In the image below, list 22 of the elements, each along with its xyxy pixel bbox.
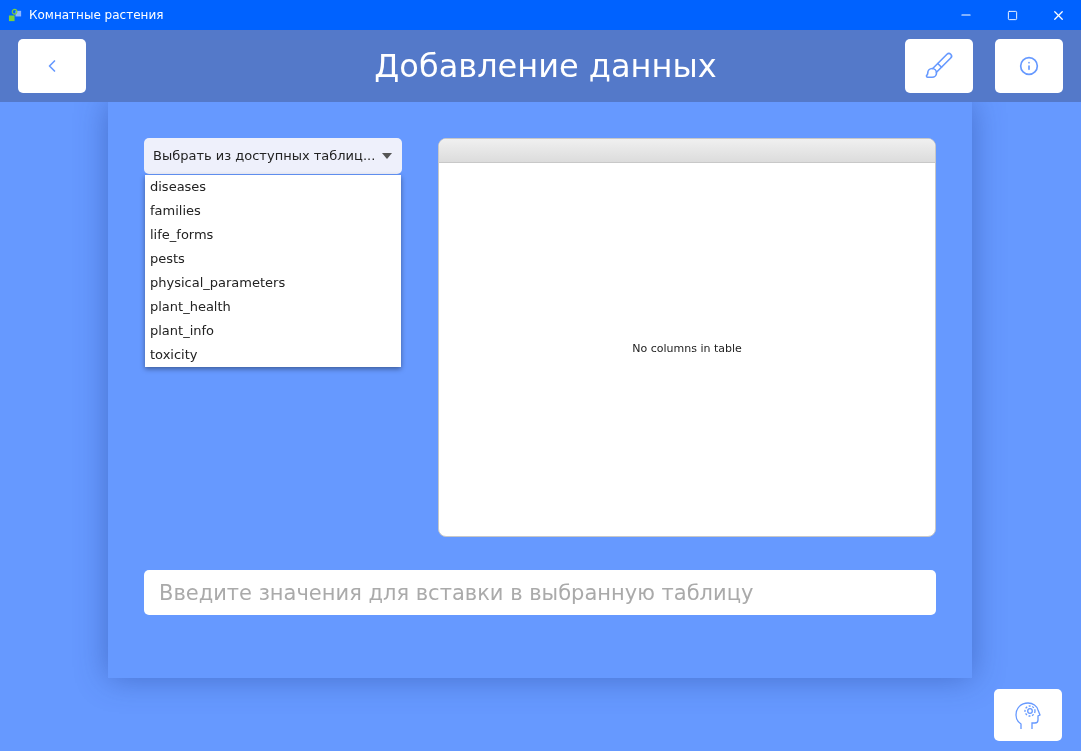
- values-input-field[interactable]: Введите значения для вставки в выбранную таблицу: [144, 570, 936, 615]
- plant-app-icon: [8, 7, 23, 23]
- dropdown-option[interactable]: families: [145, 199, 401, 223]
- back-button[interactable]: [18, 39, 86, 93]
- dropdown-option[interactable]: life_forms: [145, 223, 401, 247]
- clear-button[interactable]: [905, 39, 973, 93]
- maximize-icon: [1006, 9, 1018, 21]
- info-button[interactable]: [995, 39, 1063, 93]
- brush-icon: [924, 51, 954, 81]
- caret-icon: [382, 153, 392, 159]
- empty-table-message: No columns in table: [632, 341, 742, 358]
- dropdown-option[interactable]: pests: [145, 247, 401, 271]
- settings-button[interactable]: [994, 689, 1062, 741]
- table-select-dropdown[interactable]: Выбрать из доступных таблиц...: [144, 138, 402, 174]
- window-title: Комнатные растения: [29, 7, 164, 24]
- dropdown-option[interactable]: diseases: [145, 175, 401, 199]
- dropdown-option[interactable]: plant_health: [145, 295, 401, 319]
- info-icon: [1019, 56, 1039, 76]
- dropdown-option[interactable]: physical_parameters: [145, 271, 401, 295]
- page-title: Добавление данных: [373, 46, 718, 87]
- dropdown-option[interactable]: plant_info: [145, 319, 401, 343]
- dropdown-option[interactable]: toxicity: [145, 343, 401, 367]
